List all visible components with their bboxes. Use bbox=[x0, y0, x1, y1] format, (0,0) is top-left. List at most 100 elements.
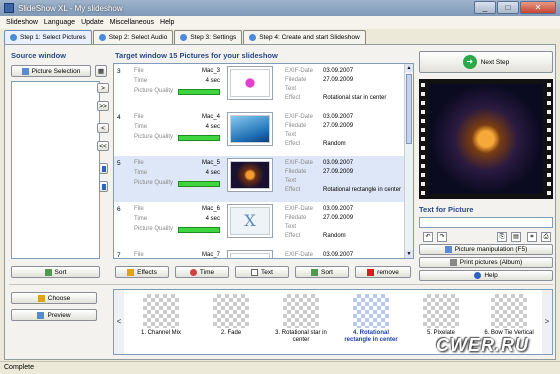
picture-thumbnail[interactable] bbox=[227, 112, 273, 146]
preview-image bbox=[429, 84, 543, 194]
sort-icon bbox=[311, 268, 319, 276]
effects-icon bbox=[127, 268, 135, 276]
add-button[interactable]: >> bbox=[97, 101, 109, 111]
menu-help[interactable]: Help bbox=[160, 19, 174, 26]
transition-preview bbox=[213, 294, 249, 328]
maximize-button[interactable]: □ bbox=[497, 1, 519, 14]
transition-preview bbox=[423, 294, 459, 328]
preview-icon bbox=[37, 311, 45, 319]
menu-bar: Slideshow Language Update Miscellaneous … bbox=[0, 16, 560, 29]
picture-thumbnail[interactable]: X bbox=[227, 204, 273, 238]
transition-item[interactable]: 3. Rotational star in center bbox=[270, 294, 332, 344]
source-sort-button[interactable]: Sort bbox=[11, 266, 100, 278]
source-list[interactable] bbox=[11, 81, 100, 259]
next-step-button[interactable]: ➜ Next Step bbox=[419, 51, 553, 73]
settings-icon bbox=[180, 34, 188, 41]
add-all-button[interactable]: > bbox=[97, 83, 109, 93]
menu-miscellaneous[interactable]: Miscellaneous bbox=[110, 19, 154, 26]
print-icon[interactable]: ⎙ bbox=[541, 232, 551, 242]
scroll-left-icon[interactable]: < bbox=[114, 290, 124, 354]
time-button[interactable]: Time bbox=[175, 266, 229, 278]
move-up-icon[interactable] bbox=[99, 163, 108, 174]
scrollbar-thumb[interactable] bbox=[406, 74, 412, 144]
quality-bar bbox=[178, 135, 220, 141]
app-icon bbox=[4, 3, 14, 13]
list-item-selected[interactable]: 5 File Mac_5 Time 4 sec Picture Quality EX… bbox=[114, 156, 405, 202]
picture-manipulation-button[interactable]: Picture manipulation (F5) bbox=[419, 244, 553, 255]
minimize-button[interactable]: _ bbox=[474, 1, 496, 14]
picture-thumbnail[interactable] bbox=[227, 250, 273, 258]
target-picture-list[interactable]: 3 File Mac_3 Time 4 sec Picture Quality EX… bbox=[113, 63, 414, 259]
menu-slideshow[interactable]: Slideshow bbox=[6, 19, 38, 26]
choose-button[interactable]: Choose bbox=[11, 292, 97, 304]
menu-update[interactable]: Update bbox=[81, 19, 104, 26]
arrow-right-icon: ➜ bbox=[462, 55, 477, 69]
remove-all-button[interactable]: << bbox=[97, 141, 109, 151]
window-controls: _ □ ✕ bbox=[473, 1, 556, 14]
effects-button[interactable]: Effects bbox=[115, 266, 169, 278]
quality-bar bbox=[178, 227, 220, 233]
list-item[interactable]: 7 File Mac_7 EXIF-Date 03.09.2007 bbox=[114, 248, 405, 258]
transition-item-selected[interactable]: 4. Rotational rectangle in center bbox=[340, 294, 402, 344]
tab-step-4[interactable]: Step 4: Create and start Slideshow bbox=[243, 30, 366, 44]
transition-preview bbox=[283, 294, 319, 328]
picture-view-icon[interactable]: ▦ bbox=[95, 65, 107, 77]
picture-icon bbox=[21, 67, 29, 75]
tab-step-3[interactable]: Step 3: Settings bbox=[174, 30, 243, 44]
close-button[interactable]: ✕ bbox=[520, 1, 556, 14]
quality-bar bbox=[178, 89, 220, 95]
transition-item[interactable]: 5. Pixelate bbox=[410, 294, 472, 337]
transition-item[interactable]: 6. Bow Tie Vertical bbox=[478, 294, 540, 337]
transition-item[interactable]: 2. Fade bbox=[200, 294, 262, 337]
tab-step-2[interactable]: Step 2: Select Audio bbox=[92, 30, 174, 44]
main-panel: Source window Picture Selection ▦ > >> <… bbox=[4, 44, 556, 360]
remove-icon bbox=[367, 268, 375, 276]
picture-text-input[interactable] bbox=[419, 217, 553, 228]
clock-icon bbox=[189, 268, 197, 276]
source-window-title: Source window bbox=[11, 51, 67, 60]
remove-button[interactable]: remove bbox=[355, 266, 411, 278]
copy-icon[interactable]: ⎘ bbox=[497, 232, 507, 242]
window-title: SlideShow XL - My slideshow bbox=[18, 3, 123, 13]
list-scrollbar[interactable]: ▲ ▼ bbox=[404, 64, 413, 258]
transition-preview bbox=[353, 294, 389, 328]
picture-selection-button[interactable]: Picture Selection bbox=[11, 65, 91, 77]
text-for-picture-title: Text for Picture bbox=[419, 205, 474, 214]
preview-button[interactable]: Preview bbox=[11, 309, 97, 321]
help-button[interactable]: Help bbox=[419, 270, 553, 281]
sort-icon bbox=[44, 268, 52, 276]
slideshow-icon bbox=[249, 34, 257, 41]
film-perforation bbox=[547, 83, 551, 195]
rotate-right-icon[interactable]: ↷ bbox=[437, 232, 447, 242]
scroll-up-icon[interactable]: ▲ bbox=[405, 64, 413, 72]
text-button[interactable]: Text bbox=[235, 266, 289, 278]
print-pictures-button[interactable]: Print pictures (Album) bbox=[419, 257, 553, 268]
picture-preview bbox=[419, 79, 553, 199]
list-item[interactable]: 3 File Mac_3 Time 4 sec Picture Quality EX… bbox=[114, 64, 405, 110]
tab-step-1[interactable]: Step 1: Select Pictures bbox=[4, 30, 92, 44]
rotate-left-icon[interactable]: ↶ bbox=[423, 232, 433, 242]
scroll-right-icon[interactable]: > bbox=[542, 290, 552, 354]
remove-one-button[interactable]: < bbox=[97, 123, 109, 133]
effects-icon bbox=[37, 294, 45, 302]
status-bar: Complete bbox=[0, 361, 560, 374]
picture-thumbnail[interactable] bbox=[227, 158, 273, 192]
list-item[interactable]: 4 File Mac_4 Time 4 sec Picture Quality EX… bbox=[114, 110, 405, 156]
watermark: CWER.RU bbox=[436, 335, 529, 355]
list-item[interactable]: 6 File Mac_6 Time 4 sec Picture Quality X … bbox=[114, 202, 405, 248]
move-down-icon[interactable] bbox=[99, 181, 108, 192]
scroll-down-icon[interactable]: ▼ bbox=[405, 250, 413, 258]
transition-item[interactable]: 1. Channel Mix bbox=[130, 294, 192, 337]
menu-language[interactable]: Language bbox=[44, 19, 75, 26]
transition-preview bbox=[143, 294, 179, 328]
title-bar: SlideShow XL - My slideshow _ □ ✕ bbox=[0, 0, 560, 16]
image-edit-icon bbox=[444, 246, 452, 253]
target-sort-button[interactable]: Sort bbox=[295, 266, 349, 278]
quality-bar bbox=[178, 181, 220, 187]
audio-icon bbox=[98, 34, 106, 41]
crop-icon[interactable]: ⌗ bbox=[527, 232, 537, 242]
divider bbox=[9, 284, 553, 285]
paste-icon[interactable]: ▤ bbox=[511, 232, 521, 242]
picture-thumbnail[interactable] bbox=[227, 66, 273, 100]
pictures-icon bbox=[10, 34, 17, 41]
